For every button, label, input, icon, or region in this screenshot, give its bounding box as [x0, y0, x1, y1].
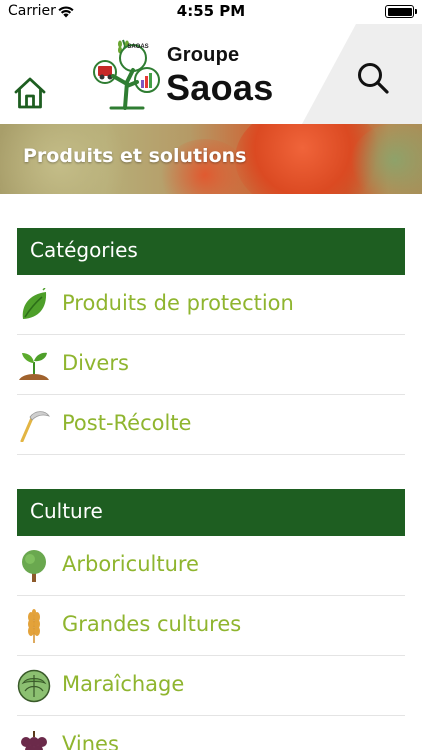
section-header-categories: Catégories: [17, 228, 405, 275]
brand-groupe-label: Groupe: [167, 44, 240, 66]
list-item-label: Divers: [62, 351, 129, 375]
list-item-label: Vines: [62, 732, 119, 750]
cabbage-icon: [17, 669, 51, 703]
list-item-produits-de-protection[interactable]: Produits de protection: [17, 275, 405, 335]
grapes-icon: [21, 731, 47, 750]
list-item-label: Grandes cultures: [62, 612, 242, 636]
search-icon[interactable]: [355, 60, 391, 96]
brand-saoas-label: Saoas: [166, 67, 274, 108]
wheat-icon: [28, 609, 40, 643]
home-icon[interactable]: [13, 76, 47, 110]
section-title: Catégories: [30, 238, 138, 262]
list-item-label: Produits de protection: [62, 291, 294, 315]
tree-icon: [22, 550, 46, 582]
status-bar: Carrier 4:55 PM: [0, 0, 422, 24]
list-item-label: Post-Récolte: [62, 411, 192, 435]
list-item-vines[interactable]: Vines: [17, 716, 405, 750]
list-item-label: Maraîchage: [62, 672, 185, 696]
list-item-label: Arboriculture: [62, 552, 199, 576]
list-item-grandes-cultures[interactable]: Grandes cultures: [17, 596, 405, 656]
logo-tree-text: SAOAS: [127, 44, 149, 50]
page-title: Produits et solutions: [23, 145, 247, 167]
list-item-divers[interactable]: Divers: [17, 335, 405, 395]
section-title: Culture: [30, 499, 103, 523]
scythe-icon: [20, 411, 50, 442]
page-banner: Produits et solutions: [0, 124, 422, 194]
clock-time: 4:55 PM: [176, 2, 246, 20]
section-header-culture: Culture: [17, 489, 405, 536]
app-header: SAOAS Groupe Saoas: [0, 24, 422, 124]
seedling-icon: [19, 352, 49, 380]
leaf-icon: [22, 288, 47, 319]
battery-icon: [385, 5, 417, 18]
list-item-arboriculture[interactable]: Arboriculture: [17, 536, 405, 596]
list-item-maraichage[interactable]: Maraîchage: [17, 656, 405, 716]
list-item-post-recolte[interactable]: Post-Récolte: [17, 395, 405, 455]
